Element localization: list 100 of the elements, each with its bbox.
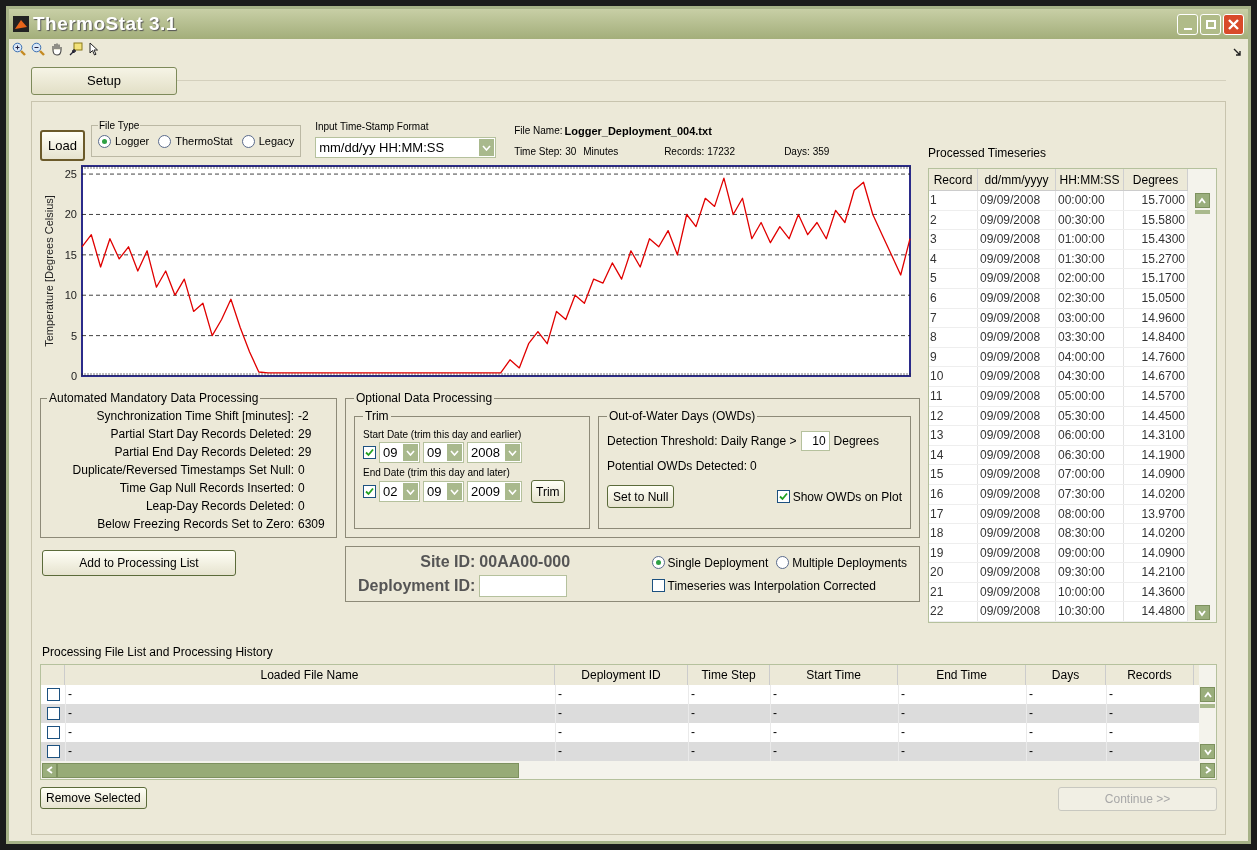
deployment-id-field[interactable] <box>479 575 568 597</box>
table-cell: 14.4800 <box>1124 602 1188 622</box>
caret-left-icon <box>44 765 55 776</box>
table-cell: 14.0200 <box>1124 524 1188 543</box>
checkbox[interactable] <box>46 726 60 740</box>
table-cell: 15 <box>929 465 978 484</box>
scrollbar-thumb[interactable] <box>1194 210 1210 214</box>
radio-button[interactable] <box>651 556 665 569</box>
table-cell: 06:30:00 <box>1056 445 1124 465</box>
table-cell: 14.6700 <box>1124 367 1188 386</box>
radio-button[interactable] <box>776 556 790 569</box>
checkbox[interactable] <box>46 745 60 759</box>
zoom-in-icon[interactable] <box>12 42 26 56</box>
table-cell: 05:00:00 <box>1056 386 1124 406</box>
data-cursor-icon[interactable] <box>69 42 83 56</box>
table-cell: 09/09/2008 <box>978 210 1056 230</box>
chevron-icon <box>406 488 415 495</box>
dropdown[interactable]: 2009 <box>467 481 522 502</box>
remove-selected-button[interactable]: Remove Selected <box>40 786 147 809</box>
table-cell: 09/09/2008 <box>978 524 1056 543</box>
checkbox[interactable] <box>776 490 790 503</box>
table-cell: 14.0900 <box>1124 543 1188 563</box>
table-cell: 09/09/2008 <box>978 191 1056 210</box>
scroll-right-button[interactable] <box>1200 762 1215 778</box>
table-cell: 09/09/2008 <box>978 445 1056 465</box>
set-to-null-button[interactable]: Set to Null <box>607 485 675 508</box>
table-cell: 10:00:00 <box>1056 582 1124 602</box>
hand-icon[interactable] <box>50 42 64 56</box>
table-cell: 10 <box>929 367 978 386</box>
table-cell: 15.0500 <box>1124 288 1188 308</box>
table-cell: 14.5700 <box>1124 386 1188 406</box>
table-cell: 04:30:00 <box>1056 367 1124 386</box>
close-button[interactable] <box>1223 13 1244 35</box>
dropdown[interactable]: 2008 <box>467 442 522 463</box>
scrollbar-thumb[interactable] <box>1200 704 1215 709</box>
chevron-icon <box>406 449 415 456</box>
column-header[interactable]: Degrees <box>1124 169 1188 190</box>
pointer-icon[interactable] <box>88 42 100 56</box>
deployment-id-label: Deployment ID: <box>358 576 476 596</box>
setup-tab[interactable]: Setup <box>31 67 177 95</box>
date-label: Start Date (trim this day and earlier) <box>363 428 523 442</box>
table-cell: 15.4300 <box>1124 230 1188 249</box>
horizontal-scrollbar-thumb[interactable] <box>57 762 519 778</box>
table-cell: 13 <box>929 426 978 445</box>
column-header[interactable]: HH:MM:SS <box>1056 169 1124 190</box>
days-label: Days: <box>784 144 810 159</box>
table-cell: 22 <box>929 602 978 622</box>
zoom-out-icon[interactable] <box>31 42 45 56</box>
checkbox[interactable] <box>651 579 665 592</box>
trim-button[interactable]: Trim <box>531 480 565 503</box>
dropdown[interactable]: 09 <box>423 442 464 463</box>
checkbox[interactable] <box>363 446 376 459</box>
table-cell: 14.1900 <box>1124 445 1188 465</box>
column-header[interactable]: dd/mm/yyyy <box>978 169 1056 190</box>
stat-label: Synchronization Time Shift [minutes]: <box>95 408 294 425</box>
radio-button[interactable] <box>97 134 111 148</box>
scroll-up-button[interactable] <box>1200 687 1215 703</box>
column-header[interactable]: Record <box>929 169 978 190</box>
dropdown[interactable]: 02 <box>379 481 420 502</box>
radio-button[interactable] <box>158 134 172 148</box>
time-step-value: 30 <box>565 144 577 159</box>
stat-value: 0 <box>298 462 305 479</box>
checkbox[interactable] <box>363 485 376 498</box>
stat-label: Leap-Day Records Deleted: <box>144 498 294 515</box>
scroll-down-button[interactable] <box>1194 605 1210 621</box>
table-title: Processing File List and Processing History <box>42 644 274 662</box>
table-cell: 15.7000 <box>1124 191 1188 210</box>
dropdown[interactable]: 09 <box>379 442 420 463</box>
table-cell: 05:30:00 <box>1056 406 1124 426</box>
stat-value: 6309 <box>298 516 325 533</box>
caret-up-icon <box>1197 195 1207 206</box>
table-cell: 4 <box>929 249 978 269</box>
add-to-list-button[interactable]: Add to Processing List <box>42 550 236 576</box>
dropdown[interactable]: 09 <box>423 481 464 502</box>
table-cell: 7 <box>929 308 978 328</box>
radio-button[interactable] <box>241 134 255 148</box>
y-tick-label: 20 <box>64 208 77 221</box>
stat-value: 29 <box>298 444 312 461</box>
table-cell: 09/09/2008 <box>978 288 1056 308</box>
table-cell: 09/09/2008 <box>978 269 1056 288</box>
dropdown[interactable]: mm/dd/yy HH:MM:SS <box>315 137 497 158</box>
stat-label: Partial Start Day Records Deleted: <box>109 426 294 443</box>
scroll-down-button[interactable] <box>1200 744 1215 760</box>
table-cell: 09/09/2008 <box>978 582 1056 602</box>
table-cell: 13.9700 <box>1124 504 1188 524</box>
threshold-field[interactable]: 10 <box>800 431 830 451</box>
dock-arrow-icon[interactable] <box>1233 48 1241 56</box>
site-id-label: Site ID: <box>419 552 476 572</box>
chevron-icon <box>508 488 517 495</box>
group-title: File Type <box>97 119 141 133</box>
table-cell: 8 <box>929 328 978 347</box>
scroll-up-button[interactable] <box>1194 193 1210 208</box>
table-cell: 2 <box>929 210 978 230</box>
table-cell: 09/09/2008 <box>978 465 1056 484</box>
checkbox-label: Show OWDs on Plot <box>792 488 902 506</box>
load-button[interactable]: Load <box>40 130 85 161</box>
checkbox[interactable] <box>46 688 60 702</box>
checkbox[interactable] <box>46 707 60 721</box>
scroll-left-button[interactable] <box>42 762 57 778</box>
table-title: Processed Timeseries <box>928 145 1048 162</box>
